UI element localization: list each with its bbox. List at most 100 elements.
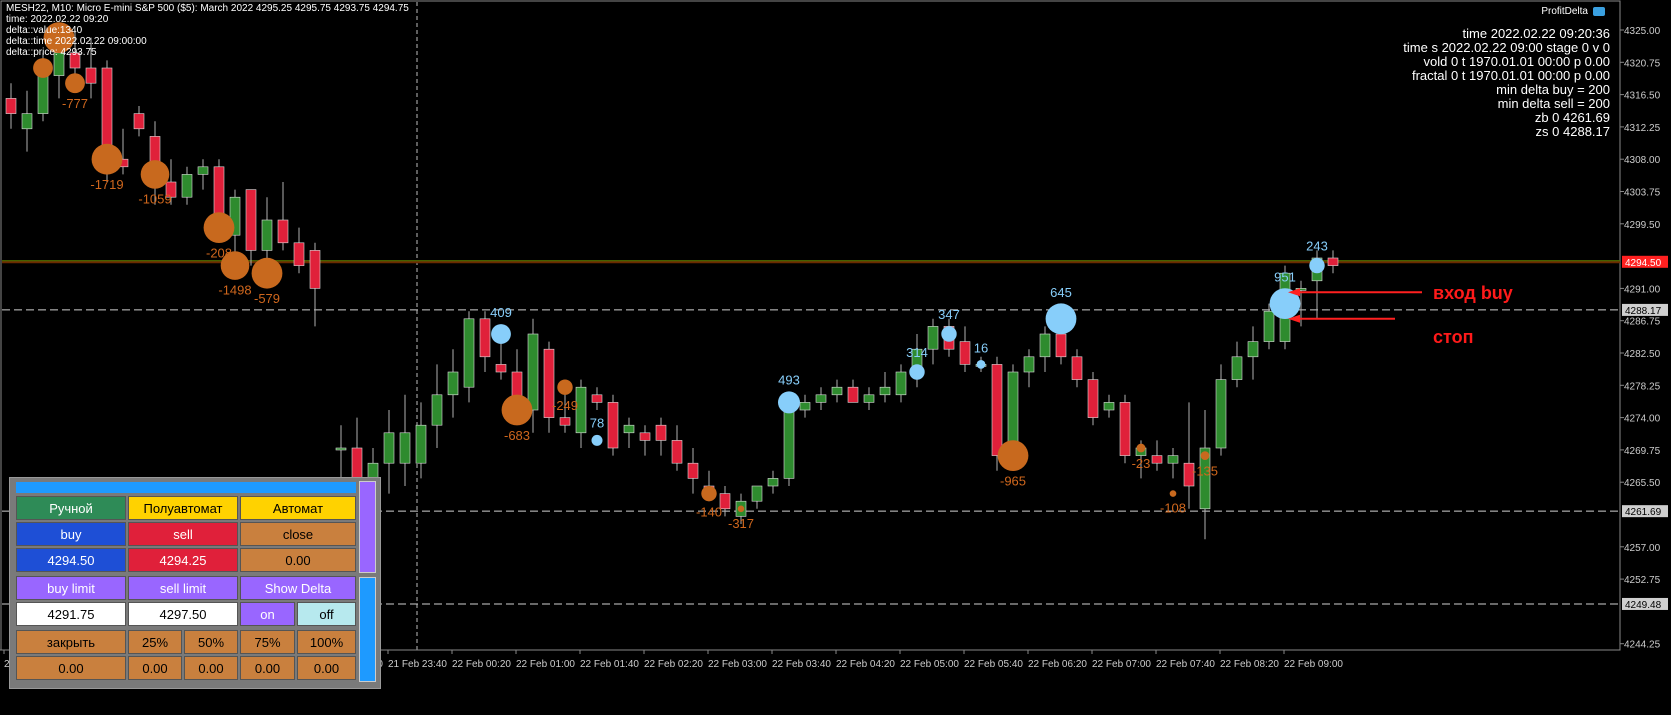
buy-delta-bubble <box>778 391 800 414</box>
sell-limit-button[interactable]: sell limit <box>128 576 238 600</box>
buy-limit-price-input[interactable]: 4291.75 <box>16 602 126 626</box>
delta-off-button[interactable]: off <box>297 602 356 626</box>
panel-side-blue[interactable] <box>359 577 376 682</box>
candle-body[interactable] <box>1039 333 1051 358</box>
candle-body[interactable] <box>767 478 779 487</box>
time-tick-label: 22 Feb 09:00 <box>1284 659 1343 670</box>
candle-body[interactable] <box>863 394 875 403</box>
candle-body[interactable] <box>85 67 97 84</box>
candle-body[interactable] <box>879 386 891 396</box>
candle-body[interactable] <box>1263 310 1275 342</box>
mode-semiauto-button[interactable]: Полуавтомат <box>128 496 238 520</box>
sell-delta-bubble <box>737 505 745 513</box>
candle-body[interactable] <box>927 326 939 350</box>
price-tick-label: 4257.00 <box>1624 543 1661 554</box>
candle-body[interactable] <box>479 318 491 358</box>
sell-delta-bubble <box>1169 490 1177 497</box>
candle-body[interactable] <box>1055 333 1067 358</box>
time-tick-label: 22 Feb 02:20 <box>644 659 703 670</box>
candle-body[interactable] <box>607 402 619 449</box>
candle-body[interactable] <box>783 409 795 479</box>
mode-manual-button[interactable]: Ручной <box>16 496 126 520</box>
candle-body[interactable] <box>21 113 33 130</box>
price-tick-label: 4282.50 <box>1624 349 1661 360</box>
candle-body[interactable] <box>383 432 395 464</box>
sell-limit-price-input[interactable]: 4297.50 <box>128 602 238 626</box>
candle-body[interactable] <box>991 364 1003 456</box>
candle-body[interactable] <box>463 318 475 388</box>
candle-body[interactable] <box>1247 341 1259 358</box>
candle-body[interactable] <box>847 386 859 403</box>
buy-limit-button[interactable]: buy limit <box>16 576 126 600</box>
candle-body[interactable] <box>277 219 289 244</box>
close-all-value: 0.00 <box>16 656 126 680</box>
candle-body[interactable] <box>799 402 811 411</box>
time-tick-label: 22 Feb 05:00 <box>900 659 959 670</box>
price-tick-label: 4316.50 <box>1624 91 1661 102</box>
candle-body[interactable] <box>197 166 209 175</box>
candle-body[interactable] <box>815 394 827 403</box>
buy-price: 4294.50 <box>16 548 126 572</box>
chart-header: MESH22, M10: Micro E-mini S&P 500 ($5): … <box>6 3 409 58</box>
candle-body[interactable] <box>245 189 257 251</box>
candle-body[interactable] <box>261 219 273 251</box>
candle-body[interactable] <box>415 424 427 464</box>
candle-body[interactable] <box>335 447 347 451</box>
delta-label: -108 <box>1160 501 1186 516</box>
trade-panel: Ручной Полуавтомат Автомат buy sell clos… <box>9 477 381 689</box>
candle-body[interactable] <box>959 341 971 365</box>
close-75-button[interactable]: 75% <box>240 630 295 654</box>
buy-button[interactable]: buy <box>16 522 126 546</box>
candle-body[interactable] <box>639 432 651 441</box>
candle-body[interactable] <box>751 485 763 502</box>
show-delta-button[interactable]: Show Delta <box>240 576 356 600</box>
close-50-button[interactable]: 50% <box>184 630 238 654</box>
delta-label: -965 <box>1000 474 1026 489</box>
candle-body[interactable] <box>591 394 603 403</box>
candle-body[interactable] <box>1023 356 1035 373</box>
candle-body[interactable] <box>527 333 539 411</box>
price-tick-label: 4278.25 <box>1624 381 1661 392</box>
info-row: zs 0 4288.17 <box>1535 124 1610 139</box>
candle-body[interactable] <box>671 440 683 464</box>
candle-body[interactable] <box>181 174 193 198</box>
candle-body[interactable] <box>687 462 699 479</box>
delta-on-button[interactable]: on <box>240 602 295 626</box>
delta-label: -579 <box>254 291 280 306</box>
time-tick-label: 22 Feb 01:00 <box>516 659 575 670</box>
candle-body[interactable] <box>5 98 17 114</box>
candle-body[interactable] <box>309 250 321 289</box>
candle-body[interactable] <box>495 364 507 373</box>
candle-body[interactable] <box>655 424 667 441</box>
close-50-value: 0.00 <box>184 656 238 680</box>
candle-body[interactable] <box>431 394 443 426</box>
candle-body[interactable] <box>559 417 571 426</box>
candle-body[interactable] <box>1119 402 1131 456</box>
close-100-button[interactable]: 100% <box>297 630 356 654</box>
candle-body[interactable] <box>831 386 843 396</box>
candle-body[interactable] <box>399 432 411 464</box>
close-button[interactable]: close <box>240 522 356 546</box>
close-all-button[interactable]: закрыть <box>16 630 126 654</box>
candle-body[interactable] <box>1151 455 1163 464</box>
candle-body[interactable] <box>895 371 907 396</box>
close-25-button[interactable]: 25% <box>128 630 182 654</box>
panel-side-purple[interactable] <box>359 481 376 573</box>
candle-body[interactable] <box>1167 455 1179 464</box>
candle-body[interactable] <box>37 75 49 114</box>
candle-body[interactable] <box>1103 402 1115 411</box>
candle-body[interactable] <box>1327 257 1339 266</box>
candle-body[interactable] <box>1231 356 1243 380</box>
price-tick-label: 4320.75 <box>1624 58 1661 69</box>
mode-auto-button[interactable]: Автомат <box>240 496 356 520</box>
panel-header-bar[interactable] <box>16 482 356 493</box>
candle-body[interactable] <box>1215 379 1227 449</box>
time-tick-label: 22 Feb 07:40 <box>1156 659 1215 670</box>
candle-body[interactable] <box>1071 356 1083 380</box>
candle-body[interactable] <box>447 371 459 396</box>
candle-body[interactable] <box>293 242 305 266</box>
candle-body[interactable] <box>1087 379 1099 418</box>
sell-button[interactable]: sell <box>128 522 238 546</box>
candle-body[interactable] <box>133 113 145 130</box>
candle-body[interactable] <box>623 424 635 434</box>
